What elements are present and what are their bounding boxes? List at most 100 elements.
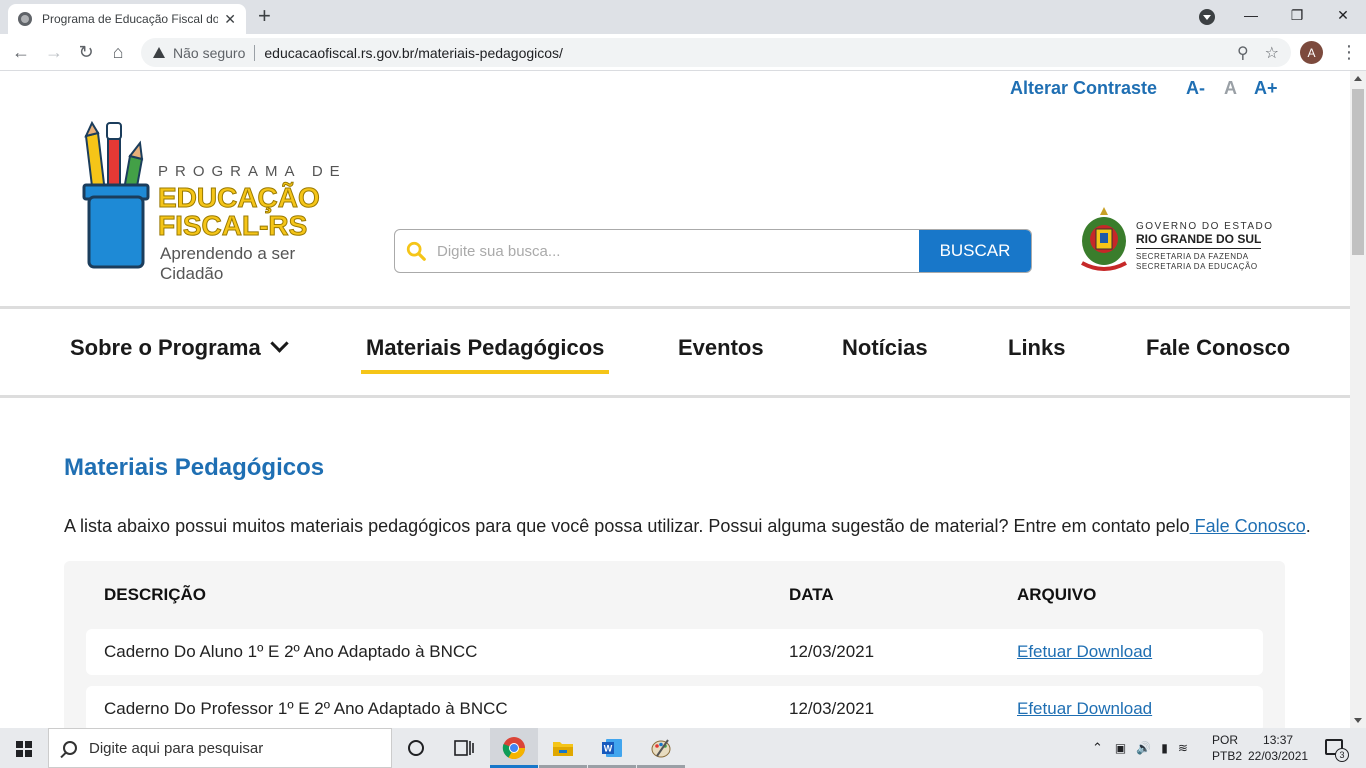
network-icon[interactable]: ≋ <box>1178 741 1188 755</box>
gov-line-1: GOVERNO DO ESTADO <box>1136 221 1274 232</box>
warning-icon[interactable] <box>153 47 165 58</box>
taskbar-clock[interactable]: 13:37 22/03/2021 <box>1248 732 1308 764</box>
column-header-date: DATA <box>789 585 834 604</box>
restore-button[interactable]: ❐ <box>1274 0 1320 30</box>
nav-item-noticias[interactable]: Notícias <box>842 335 928 361</box>
pencil-cup-icon <box>82 121 150 269</box>
svg-text:W: W <box>604 744 613 754</box>
row-date: 12/03/2021 <box>789 699 875 718</box>
language-code: POR <box>1212 733 1239 747</box>
search-icon <box>63 741 77 755</box>
column-header-description: DESCRIÇÃO <box>104 585 207 604</box>
gov-line-2: RIO GRANDE DO SUL <box>1136 232 1262 249</box>
new-tab-button[interactable]: + <box>258 5 271 27</box>
battery-icon[interactable]: ▮ <box>1161 741 1168 755</box>
table-row: Caderno Do Aluno 1º E 2º Ano Adaptado à … <box>86 629 1263 675</box>
scroll-down-icon[interactable] <box>1354 718 1362 723</box>
state-crest-icon <box>1081 207 1127 271</box>
font-default-button[interactable]: A <box>1224 78 1237 99</box>
fale-conosco-link[interactable]: Fale Conosco <box>1190 516 1306 536</box>
site-search: BUSCAR <box>394 229 1032 273</box>
page-content: Alterar Contraste A- A A+ PROGRAMA DE ED… <box>0 71 1350 728</box>
nav-item-materiais-pedagogicos[interactable]: Materiais Pedagógicos <box>360 335 610 374</box>
minimize-button[interactable]: — <box>1228 0 1274 30</box>
bookmark-star-icon[interactable]: ☆ <box>1265 43 1279 63</box>
row-description: Caderno Do Aluno 1º E 2º Ano Adaptado à … <box>104 642 478 661</box>
file-explorer-icon[interactable] <box>551 736 575 760</box>
gov-line-3: SECRETARIA DA FAZENDA <box>1136 252 1249 261</box>
column-header-file: ARQUIVO <box>1017 585 1097 604</box>
notification-center-icon[interactable]: 3 <box>1325 739 1349 762</box>
browser-tab[interactable]: Programa de Educação Fiscal do ✕ <box>8 4 246 34</box>
logo-line-2: EDUCAÇÃO <box>158 182 321 213</box>
browser-menu-icon[interactable]: ⋮ <box>1340 42 1358 63</box>
download-link[interactable]: Efetuar Download <box>1017 642 1152 661</box>
word-icon[interactable]: W <box>600 736 624 760</box>
nav-item-label: Links <box>1008 335 1066 360</box>
nav-item-eventos[interactable]: Eventos <box>678 335 764 361</box>
search-input[interactable] <box>437 230 919 272</box>
tab-search-icon[interactable] <box>1199 9 1215 25</box>
main-navigation: Sobre o Programa Materiais Pedagógicos E… <box>0 309 1350 395</box>
windows-start-icon[interactable] <box>16 741 32 757</box>
paint-icon[interactable] <box>649 736 673 760</box>
materials-table: DESCRIÇÃO DATA ARQUIVO Caderno Do Aluno … <box>64 561 1285 728</box>
zoom-icon[interactable]: ⚲ <box>1237 43 1249 63</box>
font-increase-button[interactable]: A+ <box>1254 78 1278 99</box>
chrome-icon[interactable] <box>502 736 526 760</box>
profile-avatar[interactable]: A <box>1300 41 1323 64</box>
windows-taskbar: Digite aqui para pesquisar W ⌃ ▣ 🔊 ▮ ≋ P… <box>0 728 1366 768</box>
search-button[interactable]: BUSCAR <box>919 230 1031 272</box>
gov-line-4: SECRETARIA DA EDUCAÇÃO <box>1136 262 1258 271</box>
keyboard-layout: PTB2 <box>1212 749 1243 763</box>
page-title: Materiais Pedagógicos <box>64 454 325 481</box>
nav-item-label: Materiais Pedagógicos <box>366 335 605 360</box>
chevron-down-icon <box>270 334 289 353</box>
nav-item-label: Sobre o Programa <box>70 335 261 360</box>
show-hidden-icons[interactable]: ⌃ <box>1092 740 1103 756</box>
intro-paragraph: A lista abaixo possui muitos materiais p… <box>64 516 1311 537</box>
page-scrollbar[interactable] <box>1350 71 1366 728</box>
nav-item-label: Eventos <box>678 335 764 360</box>
address-separator <box>254 44 256 61</box>
scrollbar-thumb[interactable] <box>1352 89 1364 255</box>
cortana-icon[interactable] <box>404 736 428 760</box>
not-secure-label[interactable]: Não seguro <box>173 45 245 61</box>
reload-icon[interactable]: ↻ <box>74 40 98 64</box>
row-description: Caderno Do Professor 1º E 2º Ano Adaptad… <box>104 699 508 718</box>
nav-item-label: Fale Conosco <box>1146 335 1291 360</box>
logo-line-3: FISCAL-RS <box>157 210 308 241</box>
notification-count: 3 <box>1335 748 1349 762</box>
taskbar-search[interactable]: Digite aqui para pesquisar <box>48 728 392 768</box>
window-close-button[interactable]: ✕ <box>1320 0 1366 30</box>
tab-title: Programa de Educação Fiscal do <box>42 12 219 26</box>
nav-divider <box>0 395 1350 398</box>
clock-date: 22/03/2021 <box>1248 749 1309 763</box>
input-language[interactable]: POR PTB2 <box>1212 732 1242 764</box>
home-icon[interactable]: ⌂ <box>106 40 130 64</box>
table-row: Caderno Do Professor 1º E 2º Ano Adaptad… <box>86 686 1263 728</box>
meet-now-icon[interactable]: ▣ <box>1115 741 1126 755</box>
download-link[interactable]: Efetuar Download <box>1017 699 1152 718</box>
scroll-up-icon[interactable] <box>1354 76 1362 81</box>
program-logo[interactable]: PROGRAMA DE EDUCAÇÃO FISCAL-RS Aprendend… <box>78 121 353 283</box>
url-text[interactable]: educacaofiscal.rs.gov.br/materiais-pedag… <box>264 45 563 61</box>
taskbar-search-placeholder: Digite aqui para pesquisar <box>89 739 264 757</box>
back-arrow-icon[interactable]: ← <box>9 40 33 64</box>
nav-item-fale-conosco[interactable]: Fale Conosco <box>1146 335 1290 361</box>
nav-item-sobre-o-programa[interactable]: Sobre o Programa <box>70 334 289 361</box>
clock-time: 13:37 <box>1263 733 1294 747</box>
search-icon <box>395 230 437 272</box>
intro-end: . <box>1305 516 1311 536</box>
intro-text: A lista abaixo possui muitos materiais p… <box>64 516 1190 536</box>
font-decrease-button[interactable]: A- <box>1186 78 1205 99</box>
globe-icon <box>18 12 32 26</box>
nav-item-links[interactable]: Links <box>1008 335 1065 361</box>
tab-close-icon[interactable]: ✕ <box>224 11 236 28</box>
forward-arrow-icon[interactable]: → <box>42 40 66 64</box>
contrast-toggle[interactable]: Alterar Contraste <box>1010 78 1157 99</box>
task-view-icon[interactable] <box>452 736 476 760</box>
volume-icon[interactable]: 🔊 <box>1136 741 1151 755</box>
address-bar[interactable]: Não seguro educacaofiscal.rs.gov.br/mate… <box>141 38 1291 67</box>
government-logo[interactable]: GOVERNO DO ESTADO RIO GRANDE DO SUL SECR… <box>1077 205 1277 275</box>
